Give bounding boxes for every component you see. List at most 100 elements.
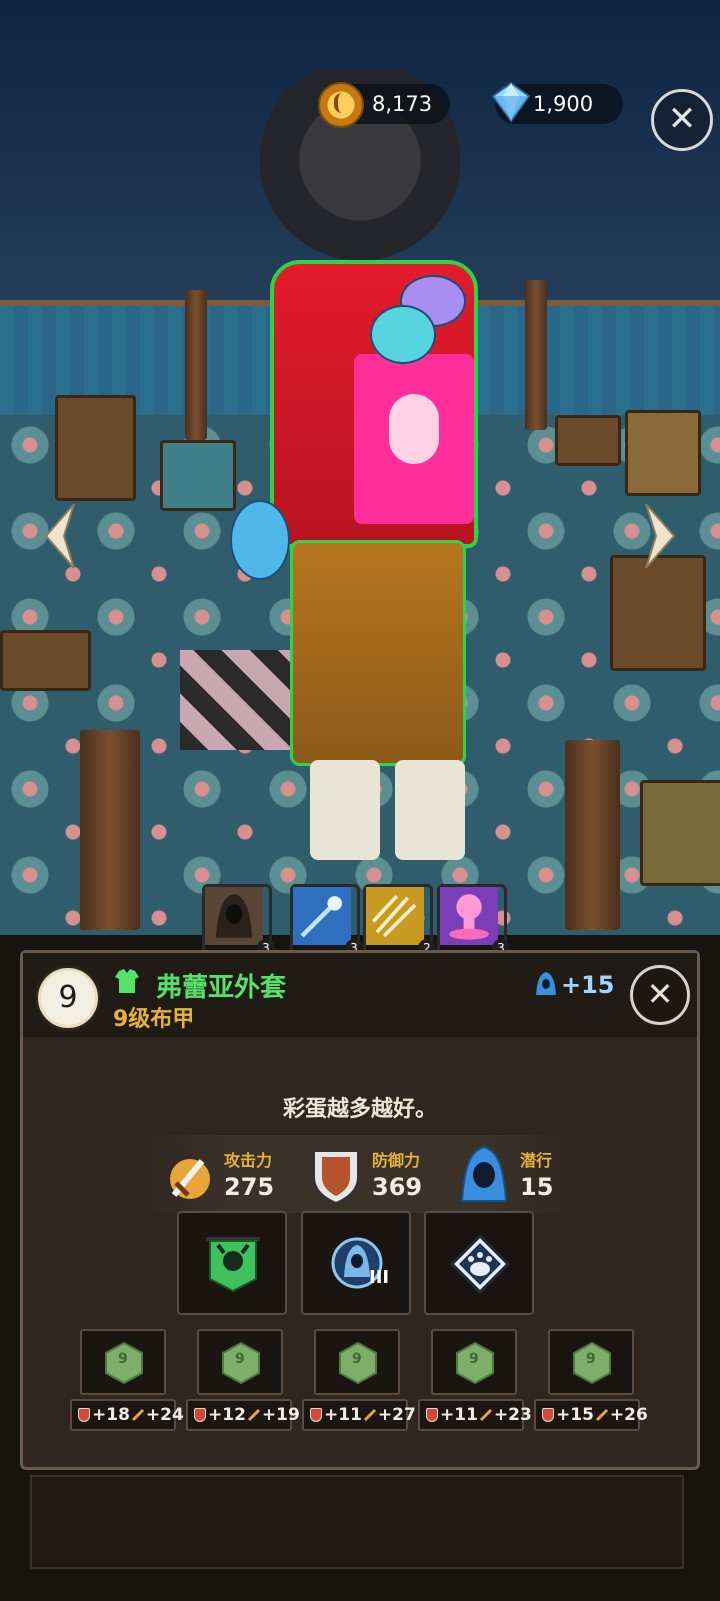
- triple-claw-icon: [366, 887, 424, 945]
- left-pillar: [80, 730, 140, 930]
- gem-defense: +11: [324, 1405, 362, 1425]
- stealth-bonus: +15: [561, 971, 615, 999]
- armor-icon: [115, 969, 139, 993]
- gem-level: 9: [235, 1351, 245, 1367]
- ability-slot[interactable]: [424, 1211, 534, 1315]
- right-leg: [395, 760, 465, 860]
- skill-slot[interactable]: 2: [363, 884, 436, 957]
- ability-slot[interactable]: III: [301, 1211, 411, 1315]
- gem-level: 9: [118, 1351, 128, 1367]
- gem-defense: +18: [92, 1405, 130, 1425]
- stats-row: 攻击力 275 防御力 369 潜行 15: [138, 1135, 578, 1213]
- right-pillar: [565, 740, 620, 930]
- gem-level: 9: [469, 1351, 479, 1367]
- attack-mini-icon: [363, 1408, 376, 1422]
- attack-mini-icon: [131, 1408, 144, 1422]
- chest-prop: [625, 410, 701, 496]
- skill-slot[interactable]: 3: [202, 884, 275, 957]
- attack-value: 275: [224, 1173, 275, 1201]
- lower-panel-frame: [30, 1475, 684, 1569]
- attack-mini-icon: [247, 1408, 260, 1422]
- stealth-stat: 潜行 15: [456, 1135, 606, 1213]
- explosion-icon: [440, 887, 498, 945]
- cabinet-prop: [610, 555, 706, 671]
- previous-arrow-icon[interactable]: [38, 500, 78, 572]
- gem-level: 9: [586, 1351, 596, 1367]
- defense-mini-icon: [78, 1408, 90, 1422]
- hooded-figure-icon: [205, 887, 263, 945]
- gem-bonus: +12 +19: [186, 1399, 300, 1431]
- gem-defense: +15: [556, 1405, 594, 1425]
- gem-defense: +12: [208, 1405, 246, 1425]
- attack-label: 攻击力: [224, 1151, 273, 1170]
- gem-defense: +11: [440, 1405, 478, 1425]
- gem-level: 9: [352, 1351, 362, 1367]
- stealth-icon: [536, 972, 556, 995]
- gem-bonus: +11 +27: [302, 1399, 416, 1431]
- skull-banner-icon: [206, 1237, 260, 1293]
- item-type: 9级布甲: [113, 1007, 195, 1032]
- gem-slot[interactable]: 9: [80, 1329, 166, 1395]
- item-name: 弗蕾亚外套: [156, 973, 287, 1003]
- gem-attack: +19: [261, 1405, 300, 1425]
- gem-slot[interactable]: 9: [197, 1329, 283, 1395]
- paw-diamond-icon: [449, 1233, 511, 1295]
- ability-slot[interactable]: [177, 1211, 287, 1315]
- player-character[interactable]: [230, 250, 510, 870]
- close-screen-button[interactable]: ✕: [651, 89, 713, 151]
- gem-attack: +24: [145, 1405, 184, 1425]
- rank-badge: III: [369, 1267, 390, 1288]
- item-level-badge: 9: [35, 965, 101, 1031]
- diamond-icon: [491, 81, 531, 123]
- attack-mini-icon: [479, 1408, 492, 1422]
- gem-attack: +23: [493, 1405, 532, 1425]
- skill-slot[interactable]: 3: [437, 884, 510, 957]
- next-arrow-icon[interactable]: [642, 500, 682, 572]
- hood-icon: [460, 1145, 508, 1202]
- weapon-rack-prop: [0, 630, 91, 691]
- defense-label: 防御力: [372, 1151, 421, 1170]
- attack-mini-icon: [595, 1408, 608, 1422]
- stealth-value: 15: [520, 1173, 554, 1201]
- gem-attack: +27: [377, 1405, 416, 1425]
- shelf-prop: [55, 395, 136, 501]
- rail-post: [185, 290, 207, 440]
- defense-mini-icon: [426, 1408, 438, 1422]
- coin-amount: 8,173: [372, 92, 433, 116]
- defense-value: 369: [372, 1173, 423, 1201]
- skill-slot[interactable]: 3: [290, 884, 363, 957]
- gem-slot[interactable]: 9: [548, 1329, 634, 1395]
- defense-mini-icon: [194, 1408, 206, 1422]
- gem-bonus: +15 +26: [534, 1399, 648, 1431]
- gem-slot[interactable]: 9: [314, 1329, 400, 1395]
- gem-bonus: +18 +24: [70, 1399, 184, 1431]
- item-flavor-text: 彩蛋越多越好。: [282, 1097, 437, 1122]
- defense-stat: 防御力 369: [308, 1135, 458, 1213]
- gem-slot[interactable]: 9: [431, 1329, 517, 1395]
- shield-icon: [313, 1150, 359, 1205]
- egg-ornament: [370, 305, 436, 364]
- defense-mini-icon: [542, 1408, 554, 1422]
- arcane-dash-icon: [293, 887, 351, 945]
- close-panel-button[interactable]: ✕: [630, 965, 690, 1025]
- box-prop: [555, 415, 621, 466]
- defense-mini-icon: [310, 1408, 322, 1422]
- item-detail-panel: 9 弗蕾亚外套 9级布甲 +15 ✕ 彩蛋越多越好。 攻击力 275 防御力 3…: [20, 950, 700, 1470]
- item-header: 9 弗蕾亚外套 9级布甲 +15 ✕: [23, 953, 697, 1037]
- coin-icon: [318, 82, 364, 128]
- left-leg: [310, 760, 380, 860]
- egg-ornament: [230, 500, 290, 580]
- table-prop: [640, 780, 720, 886]
- gem-attack: +26: [609, 1405, 648, 1425]
- crate-prop: [160, 440, 236, 511]
- gem-amount: 1,900: [533, 92, 594, 116]
- sword-icon: [170, 1159, 210, 1199]
- coin-counter: 8,173: [318, 82, 450, 128]
- attack-stat: 攻击力 275: [160, 1135, 310, 1213]
- pink-shirt: [354, 354, 474, 524]
- rail-post: [525, 280, 547, 430]
- gem-counter: 1,900: [491, 81, 623, 124]
- gem-bonus: +11 +23: [418, 1399, 532, 1431]
- bunny-print: [389, 394, 439, 464]
- stealth-label: 潜行: [520, 1151, 553, 1170]
